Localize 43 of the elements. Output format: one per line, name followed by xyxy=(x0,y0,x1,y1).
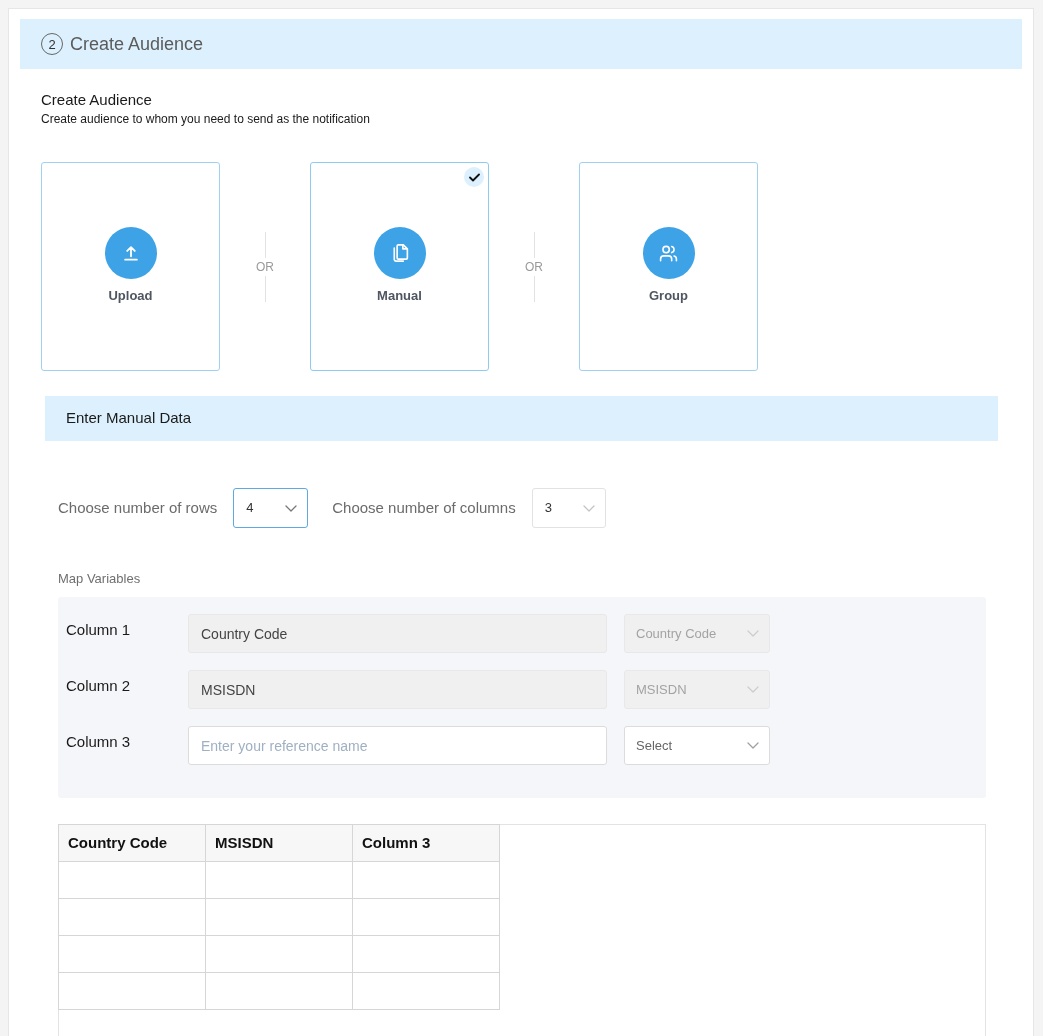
table-cell[interactable] xyxy=(205,898,353,936)
chevron-down-icon xyxy=(747,742,759,749)
column-label: Column 2 xyxy=(66,676,131,696)
reference-name-field[interactable]: Enter your reference name xyxy=(188,726,607,765)
rows-label: Choose number of rows xyxy=(58,497,218,518)
dropdown[interactable]: 3 xyxy=(531,488,606,528)
column-header: Country Code xyxy=(58,824,206,862)
section-title: Create Audience xyxy=(70,32,204,56)
manual-data-header: Enter Manual Data xyxy=(45,396,998,441)
chevron-down-icon xyxy=(582,504,595,512)
table-cell[interactable] xyxy=(205,861,353,899)
documents-icon xyxy=(373,227,426,279)
column-header: MSISDN xyxy=(205,824,353,862)
or-separator: OR xyxy=(256,258,274,275)
audience-option-card[interactable]: Upload xyxy=(41,162,220,371)
audience-option-card[interactable]: Group xyxy=(579,162,758,371)
map-variables-title: Map Variables xyxy=(58,570,141,588)
chevron-down-icon xyxy=(285,504,298,512)
audience-option-card[interactable]: Manual xyxy=(310,162,489,371)
table-cell[interactable] xyxy=(352,935,500,973)
intro-description: Create audience to whom you need to send as the notification xyxy=(41,111,370,127)
column-label: Column 1 xyxy=(66,620,131,640)
table-cell[interactable] xyxy=(352,898,500,936)
table-cell[interactable] xyxy=(58,861,206,899)
dropdown[interactable]: 4 xyxy=(233,488,309,528)
check-icon xyxy=(464,167,484,187)
users-icon xyxy=(642,227,695,279)
column-label: Column 3 xyxy=(66,732,131,752)
table-cell[interactable] xyxy=(58,898,206,936)
intro-title: Create Audience xyxy=(41,90,152,110)
table-cell[interactable] xyxy=(352,861,500,899)
table-cell[interactable] xyxy=(352,972,500,1010)
table-cell[interactable] xyxy=(205,935,353,973)
or-separator: OR xyxy=(525,258,543,275)
chevron-down-icon xyxy=(747,630,759,637)
variable-type-dropdown[interactable]: Select xyxy=(624,726,770,765)
upload-icon xyxy=(104,227,157,279)
table-cell[interactable] xyxy=(205,972,353,1010)
table-cell[interactable] xyxy=(58,972,206,1010)
columns-label: Choose number of columns xyxy=(332,497,516,518)
column-header: Column 3 xyxy=(352,824,500,862)
chevron-down-icon xyxy=(747,686,759,693)
table-cell[interactable] xyxy=(58,935,206,973)
